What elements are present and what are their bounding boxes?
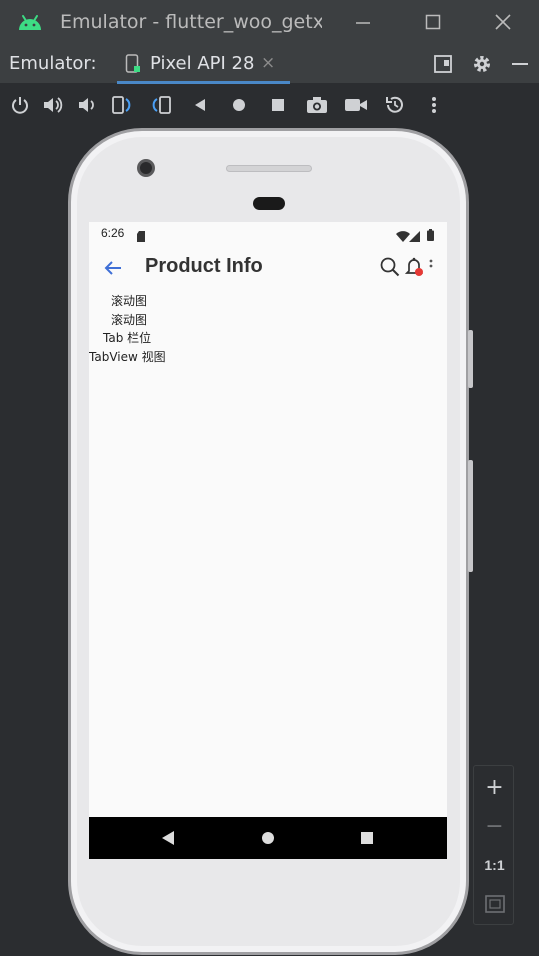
zoom-actual-size-button[interactable]: 1:1: [474, 846, 515, 884]
screenrecord-icon[interactable]: [341, 84, 371, 126]
app-bar: Product Info: [89, 244, 447, 292]
overview-icon[interactable]: [263, 84, 293, 126]
phone-power-button: [468, 460, 473, 572]
android-status-bar: 6:26: [89, 222, 447, 244]
emulator-tab-row: Emulator: Pixel API 28 ×: [0, 44, 539, 84]
hide-panel-icon[interactable]: [502, 44, 538, 84]
screenshot-icon[interactable]: [302, 84, 332, 126]
search-icon[interactable]: [380, 257, 400, 281]
page-title: Product Info: [145, 255, 263, 277]
snapshot-icon[interactable]: [380, 84, 410, 126]
emulator-label: Emulator:: [9, 53, 97, 74]
tab-pixel-api-28[interactable]: Pixel API 28 ×: [117, 44, 290, 84]
power-icon[interactable]: [5, 84, 35, 126]
overflow-menu-icon[interactable]: [429, 258, 433, 277]
layout-toggle-icon[interactable]: [425, 44, 461, 84]
rotate-left-icon[interactable]: [107, 84, 137, 126]
list-item: 滚动图: [111, 312, 148, 327]
zoom-in-button[interactable]: +: [474, 768, 515, 806]
tab-label: Pixel API 28: [150, 53, 255, 74]
android-nav-bar: [89, 817, 447, 859]
home-icon[interactable]: [224, 84, 254, 126]
nav-home-icon[interactable]: [248, 817, 288, 859]
volume-down-icon[interactable]: [72, 84, 102, 126]
volume-up-icon[interactable]: [38, 84, 68, 126]
maximize-icon[interactable]: [403, 0, 463, 44]
window-titlebar: Emulator - flutter_woo_getx_le: [0, 0, 539, 44]
close-icon[interactable]: [473, 0, 533, 44]
nav-overview-icon[interactable]: [347, 817, 387, 859]
battery-icon: [427, 226, 434, 245]
device-icon: [125, 54, 141, 78]
content-list: 滚动图 滚动图 Tab 栏位 TabView 视图: [89, 292, 447, 366]
settings-gear-icon[interactable]: [464, 44, 500, 84]
device-screen[interactable]: 6:26 Product Info 滚动图 滚动图 Tab 栏位 TabView…: [89, 222, 447, 859]
list-item: Tab 栏位: [103, 331, 152, 345]
minimize-icon[interactable]: [333, 0, 393, 44]
tab-close-icon[interactable]: ×: [261, 53, 275, 73]
back-arrow-icon[interactable]: [103, 258, 123, 282]
more-icon[interactable]: [419, 84, 449, 126]
notification-bell-icon[interactable]: [404, 256, 425, 282]
emulator-toolbar: [0, 84, 539, 126]
android-icon: [17, 12, 43, 32]
list-item: 滚动图: [111, 294, 148, 308]
zoom-panel: + − 1:1: [473, 765, 514, 925]
front-camera: [137, 159, 155, 177]
rotate-right-icon[interactable]: [146, 84, 176, 126]
earpiece-speaker: [226, 165, 312, 172]
proximity-sensor: [253, 197, 285, 210]
window-title: Emulator - flutter_woo_getx_le: [60, 11, 322, 33]
back-icon[interactable]: [185, 84, 215, 126]
zoom-fit-icon[interactable]: [474, 885, 515, 923]
nav-back-icon[interactable]: [148, 817, 188, 859]
zoom-out-button[interactable]: −: [474, 807, 515, 845]
list-item: TabView 视图: [89, 349, 166, 364]
phone-volume-button: [468, 330, 473, 388]
status-time: 6:26: [101, 226, 125, 240]
